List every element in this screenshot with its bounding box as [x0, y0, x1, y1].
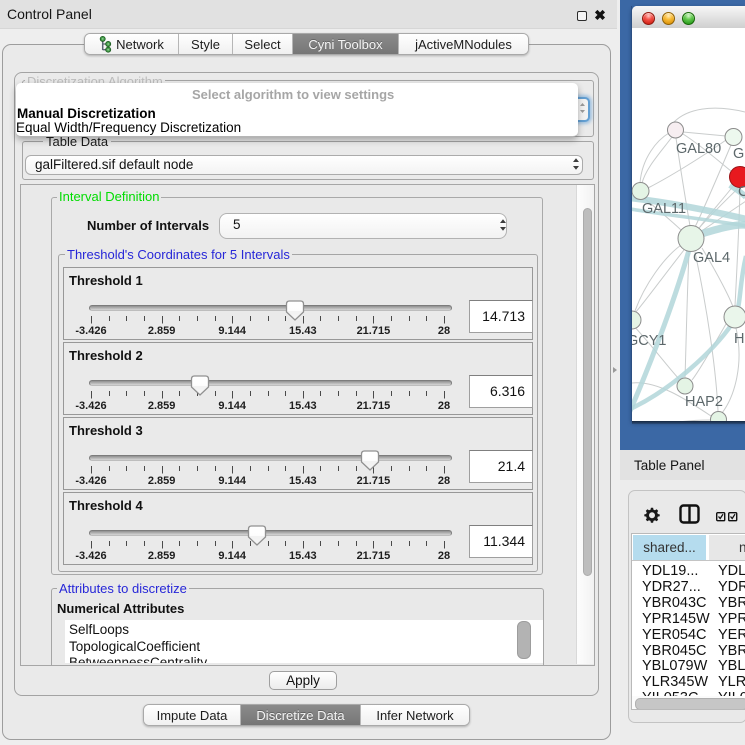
svg-text:GCY1: GCY1	[632, 333, 667, 349]
svg-text:G.: G.	[733, 146, 745, 162]
svg-text:HAP2: HAP2	[685, 394, 723, 410]
svg-text:GAL4: GAL4	[693, 250, 730, 266]
svg-text:C: C	[738, 184, 745, 200]
svg-text:GAL11: GAL11	[642, 201, 686, 217]
svg-text:H: H	[734, 331, 744, 347]
svg-text:GAL80: GAL80	[676, 141, 721, 157]
